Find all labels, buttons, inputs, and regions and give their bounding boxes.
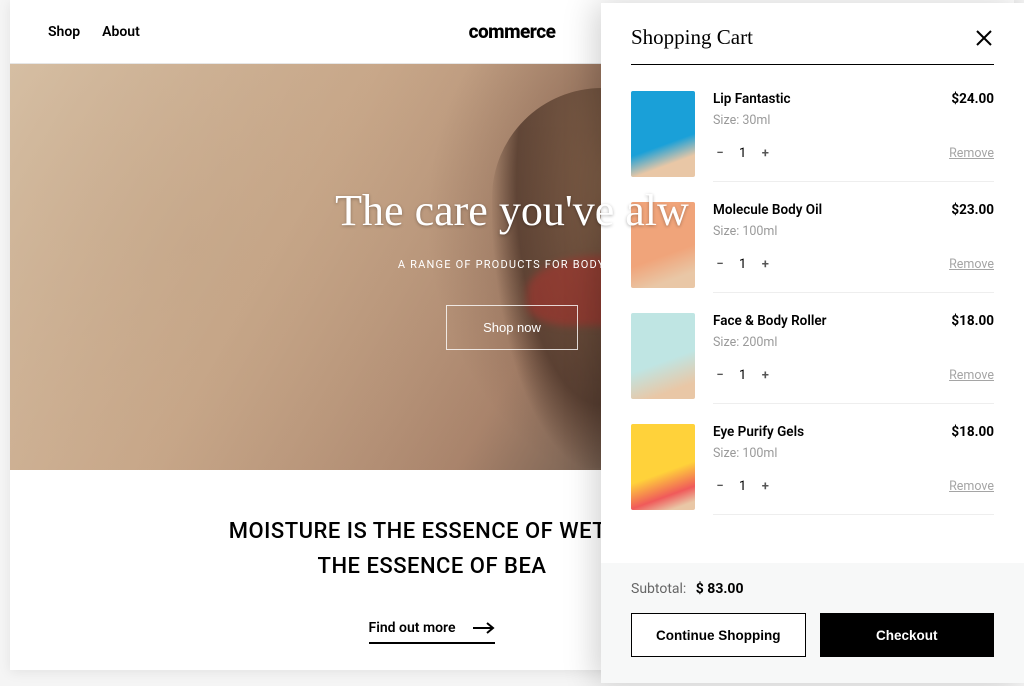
cart-header: Shopping Cart bbox=[601, 3, 1024, 64]
find-out-more-label: Find out more bbox=[369, 620, 456, 636]
cart-items-list[interactable]: Lip Fantastic$24.00Size: 30ml−1+RemoveMo… bbox=[601, 65, 1024, 563]
remove-item-button[interactable]: Remove bbox=[949, 368, 994, 383]
qty-decrease-button[interactable]: − bbox=[713, 146, 727, 161]
main-nav: Shop About bbox=[48, 24, 140, 40]
cart-item-price: $18.00 bbox=[951, 424, 994, 440]
cart-item-image[interactable] bbox=[631, 91, 695, 177]
cart-item-name: Eye Purify Gels bbox=[713, 424, 804, 440]
qty-decrease-button[interactable]: − bbox=[713, 368, 727, 383]
cart-buttons: Continue Shopping Checkout bbox=[631, 613, 994, 657]
qty-increase-button[interactable]: + bbox=[758, 479, 772, 494]
remove-item-button[interactable]: Remove bbox=[949, 146, 994, 161]
quantity-stepper: −1 + bbox=[713, 257, 772, 272]
cart-item-name: Face & Body Roller bbox=[713, 313, 826, 329]
quantity-stepper: −1 + bbox=[713, 368, 772, 383]
cart-item-details: Lip Fantastic $24.00 Size: 30ml −1 + Remove bbox=[713, 91, 994, 182]
cart-item-name: Molecule Body Oil bbox=[713, 202, 822, 218]
qty-value: 1 bbox=[739, 479, 746, 494]
hero-subtitle: A RANGE OF PRODUCTS FOR BODY CA bbox=[398, 258, 626, 271]
subtotal-value: $ 83.00 bbox=[696, 581, 744, 597]
cart-item: Eye Purify Gels $18.00 Size: 100ml −1 + Remov… bbox=[631, 424, 994, 535]
qty-increase-button[interactable]: + bbox=[758, 146, 772, 161]
hero-title: The care you've alw bbox=[335, 185, 689, 236]
quantity-stepper: −1 + bbox=[713, 479, 772, 494]
cart-subtotal: Subtotal: $ 83.00 bbox=[631, 581, 994, 597]
cart-item-image[interactable] bbox=[631, 313, 695, 399]
qty-increase-button[interactable]: + bbox=[758, 368, 772, 383]
qty-decrease-button[interactable]: − bbox=[713, 479, 727, 494]
cart-item-size: Size: 200ml bbox=[713, 335, 994, 350]
cart-item-price: $18.00 bbox=[951, 313, 994, 329]
cart-item-details: Face & Body Roller $18.00 Size: 200ml −1 + Re… bbox=[713, 313, 994, 404]
remove-item-button[interactable]: Remove bbox=[949, 479, 994, 494]
subtotal-label: Subtotal: bbox=[631, 581, 686, 597]
cart-title: Shopping Cart bbox=[631, 25, 753, 50]
qty-value: 1 bbox=[739, 257, 746, 272]
cart-item-size: Size: 30ml bbox=[713, 113, 994, 128]
qty-increase-button[interactable]: + bbox=[758, 257, 772, 272]
qty-value: 1 bbox=[739, 146, 746, 161]
cart-item-size: Size: 100ml bbox=[713, 224, 994, 239]
cart-panel: Shopping Cart Lip Fantastic $24.00 Size: 3… bbox=[601, 3, 1024, 683]
close-icon bbox=[976, 30, 992, 46]
quantity-stepper: −1 + bbox=[713, 146, 772, 161]
cart-item-image[interactable] bbox=[631, 424, 695, 510]
find-out-more-link[interactable]: Find out more bbox=[369, 620, 496, 644]
cart-item-price: $24.00 bbox=[951, 91, 994, 107]
cart-item-name: Lip Fantastic bbox=[713, 91, 791, 107]
continue-shopping-button[interactable]: Continue Shopping bbox=[631, 613, 806, 657]
remove-item-button[interactable]: Remove bbox=[949, 257, 994, 272]
cart-footer: Subtotal: $ 83.00 Continue Shopping Chec… bbox=[601, 563, 1024, 683]
cart-item: Face & Body Roller $18.00 Size: 200ml −1 + Re… bbox=[631, 313, 994, 424]
cart-item-price: $23.00 bbox=[951, 202, 994, 218]
nav-about[interactable]: About bbox=[102, 24, 140, 40]
qty-decrease-button[interactable]: − bbox=[713, 257, 727, 272]
qty-value: 1 bbox=[739, 368, 746, 383]
shop-now-button[interactable]: Shop now bbox=[446, 305, 578, 350]
site-logo[interactable]: commerce bbox=[469, 20, 556, 43]
close-cart-button[interactable] bbox=[974, 28, 994, 48]
cart-item-size: Size: 100ml bbox=[713, 446, 994, 461]
nav-shop[interactable]: Shop bbox=[48, 24, 80, 40]
checkout-button[interactable]: Checkout bbox=[820, 613, 995, 657]
arrow-right-icon bbox=[473, 622, 495, 634]
cart-item-details: Eye Purify Gels $18.00 Size: 100ml −1 + Remov… bbox=[713, 424, 994, 515]
cart-item-details: Molecule Body Oil $23.00 Size: 100ml −1 + Rem… bbox=[713, 202, 994, 293]
